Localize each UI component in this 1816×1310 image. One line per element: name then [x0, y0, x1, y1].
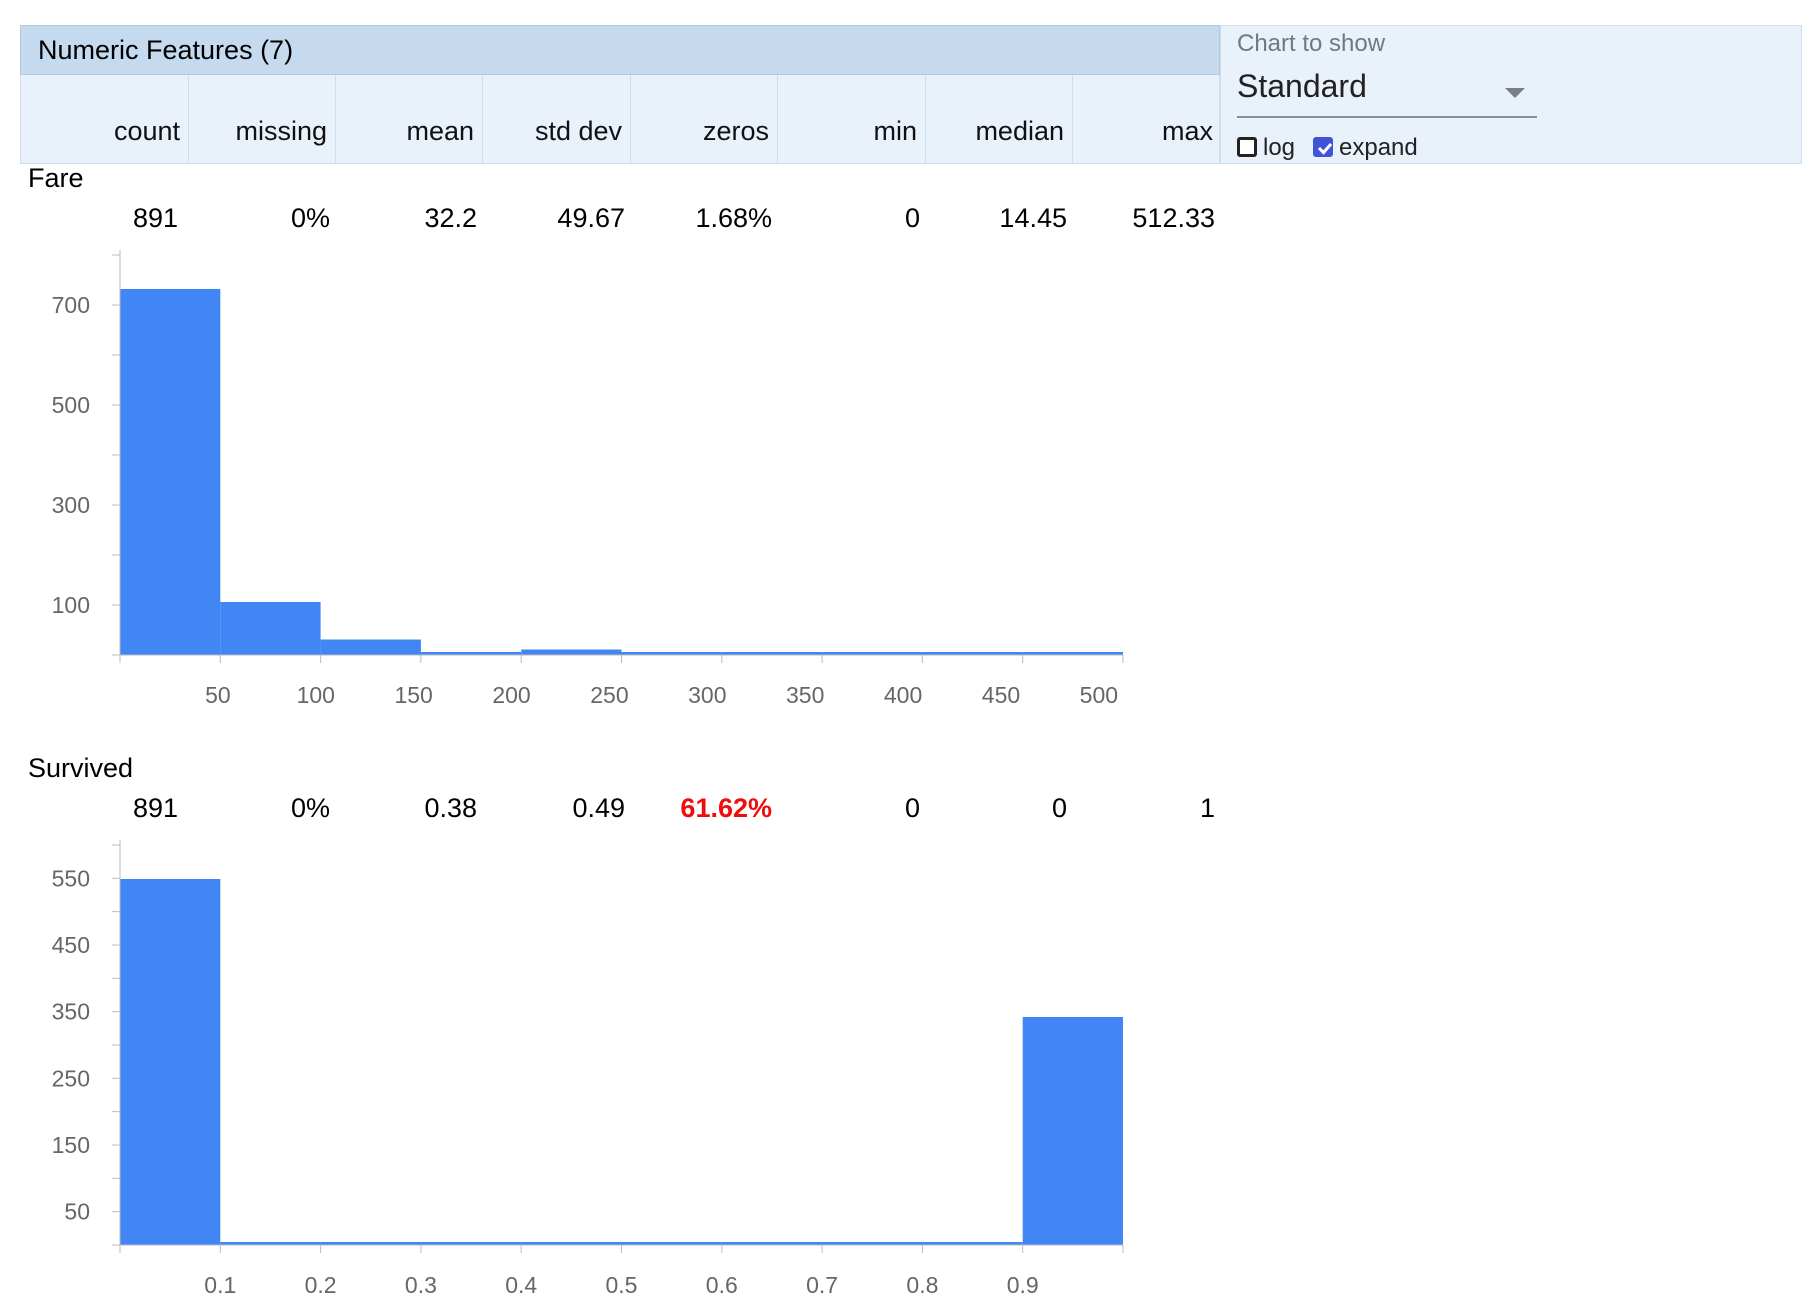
section-header: Numeric Features (7) [20, 25, 1220, 75]
expand-label: expand [1339, 134, 1418, 161]
x-tick-label: 500 [1080, 682, 1118, 708]
x-tick-label: 0.8 [906, 1272, 938, 1298]
column-header-max[interactable]: max [1073, 75, 1221, 163]
histogram-bar [521, 649, 622, 655]
y-tick-label: 300 [52, 492, 90, 518]
y-tick-label: 700 [52, 292, 90, 318]
x-tick-label: 200 [492, 682, 530, 708]
x-tick-label: 250 [590, 682, 628, 708]
x-tick-label: 400 [884, 682, 922, 708]
x-tick-label: 0.7 [806, 1272, 838, 1298]
chart-controls-panel: Chart to show Standard log expand [1220, 25, 1802, 164]
x-tick-label: 0.6 [706, 1272, 738, 1298]
x-tick-label: 150 [394, 682, 432, 708]
histogram-bar [120, 289, 221, 655]
column-header-std-dev[interactable]: std dev [483, 75, 631, 163]
y-tick-label: 350 [52, 999, 90, 1025]
x-tick-label: 0.9 [1007, 1272, 1039, 1298]
column-header-count[interactable]: count [21, 75, 189, 163]
x-tick-label: 0.3 [405, 1272, 437, 1298]
histogram-bar [120, 879, 221, 1245]
feature-name: Survived [28, 753, 134, 783]
section-title: Numeric Features (7) [38, 35, 294, 65]
column-header-missing[interactable]: missing [189, 75, 336, 163]
column-header-zeros[interactable]: zeros [631, 75, 778, 163]
column-header-median[interactable]: median [926, 75, 1073, 163]
unchecked-box-icon [1237, 137, 1257, 157]
feature-name: Fare [28, 163, 84, 193]
stats-column-headers: count missing mean std dev zeros min med… [20, 75, 1220, 164]
x-tick-label: 0.1 [204, 1272, 236, 1298]
y-tick-label: 250 [52, 1065, 90, 1091]
chart-type-dropdown[interactable]: Standard [1237, 64, 1537, 118]
y-tick-label: 100 [52, 592, 90, 618]
x-tick-label: 100 [297, 682, 335, 708]
checked-box-icon [1313, 137, 1333, 157]
x-tick-label: 50 [205, 682, 231, 708]
survived-histogram: 50 150 250 350 450 550 0.1 0.2 0.3 0.4 0.5 0.6 0.7 0.… [52, 840, 1124, 1298]
x-tick-label: 0.4 [505, 1272, 537, 1298]
x-tick-label: 450 [982, 682, 1020, 708]
histogram-bar [1022, 1017, 1123, 1245]
chart-to-show-label: Chart to show [1237, 30, 1386, 57]
column-header-mean[interactable]: mean [336, 75, 483, 163]
histogram-bar [220, 602, 321, 655]
log-label: log [1263, 134, 1296, 161]
y-tick-label: 550 [52, 865, 90, 891]
y-tick-label: 50 [64, 1199, 90, 1225]
fare-histogram: 100 300 500 700 50 100 150 200 250 300 350 400 450 50… [52, 250, 1124, 708]
y-tick-label: 150 [52, 1132, 90, 1158]
x-tick-label: 0.2 [305, 1272, 337, 1298]
x-tick-label: 300 [688, 682, 726, 708]
log-checkbox[interactable]: log [1237, 134, 1303, 162]
expand-checkbox[interactable]: expand [1313, 134, 1423, 162]
column-header-min[interactable]: min [778, 75, 926, 163]
x-tick-label: 0.5 [606, 1272, 638, 1298]
x-tick-label: 350 [786, 682, 824, 708]
y-tick-label: 450 [52, 932, 90, 958]
histogram-bar [320, 639, 421, 655]
chart-type-value: Standard [1237, 68, 1367, 104]
dropdown-arrow-icon [1505, 88, 1525, 98]
y-tick-label: 500 [52, 392, 90, 418]
